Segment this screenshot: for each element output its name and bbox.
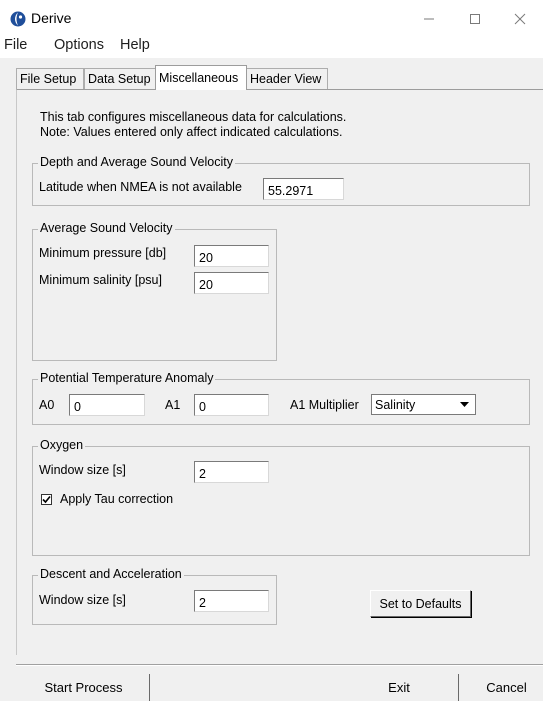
latitude-label: Latitude when NMEA is not available xyxy=(39,180,242,194)
a1-multiplier-value: Salinity xyxy=(375,398,416,412)
oxygen-window-size-input[interactable] xyxy=(194,461,269,483)
tab-file-setup[interactable]: File Setup xyxy=(16,68,84,89)
a1-label: A1 xyxy=(165,398,181,412)
description-text: This tab configures miscellaneous data f… xyxy=(40,110,347,124)
menu-options[interactable]: Options xyxy=(54,37,104,53)
oxygen-window-size-label: Window size [s] xyxy=(39,463,126,477)
average-sound-velocity-title: Average Sound Velocity xyxy=(38,221,175,235)
exit-button[interactable]: Exit xyxy=(340,674,459,701)
close-icon xyxy=(514,13,526,25)
menu-file[interactable]: File xyxy=(4,37,27,53)
start-process-button[interactable]: Start Process xyxy=(18,674,150,701)
tau-correction-checkbox[interactable] xyxy=(41,494,52,505)
min-pressure-label: Minimum pressure [db] xyxy=(39,246,167,260)
tab-data-setup[interactable]: Data Setup xyxy=(84,68,156,89)
minimize-button[interactable] xyxy=(406,4,452,34)
close-button[interactable] xyxy=(497,4,543,34)
minimize-icon xyxy=(424,18,434,20)
tau-correction-label[interactable]: Apply Tau correction xyxy=(60,492,173,506)
min-pressure-input[interactable] xyxy=(194,245,269,267)
a0-label: A0 xyxy=(39,398,55,412)
set-to-defaults-button[interactable]: Set to Defaults xyxy=(370,590,471,617)
tab-miscellaneous[interactable]: Miscellaneous xyxy=(155,65,247,90)
depth-sound-velocity-title: Depth and Average Sound Velocity xyxy=(38,155,235,169)
derive-app-icon xyxy=(10,11,26,27)
descent-window-size-input[interactable] xyxy=(194,590,269,612)
note-text: Note: Values entered only affect indicat… xyxy=(40,125,343,139)
oxygen-title: Oxygen xyxy=(38,438,86,452)
dropdown-arrow-icon[interactable] xyxy=(456,396,473,413)
descent-acceleration-title: Descent and Acceleration xyxy=(38,567,184,581)
a1-multiplier-label: A1 Multiplier xyxy=(290,398,359,412)
checkmark-icon xyxy=(42,495,51,504)
maximize-icon xyxy=(470,14,480,24)
a0-input[interactable] xyxy=(69,394,145,416)
a1-input[interactable] xyxy=(194,394,269,416)
latitude-input[interactable] xyxy=(263,178,344,200)
cancel-button[interactable]: Cancel xyxy=(470,674,543,701)
descent-window-size-label: Window size [s] xyxy=(39,593,126,607)
min-salinity-label: Minimum salinity [psu] xyxy=(39,273,162,287)
potential-temperature-anomaly-title: Potential Temperature Anomaly xyxy=(38,371,216,385)
maximize-button[interactable] xyxy=(452,4,498,34)
min-salinity-input[interactable] xyxy=(194,272,269,294)
tab-header-view[interactable]: Header View xyxy=(246,68,328,89)
bottom-separator-highlight xyxy=(16,665,543,666)
window-title: Derive xyxy=(31,10,72,26)
menu-help[interactable]: Help xyxy=(120,37,150,53)
